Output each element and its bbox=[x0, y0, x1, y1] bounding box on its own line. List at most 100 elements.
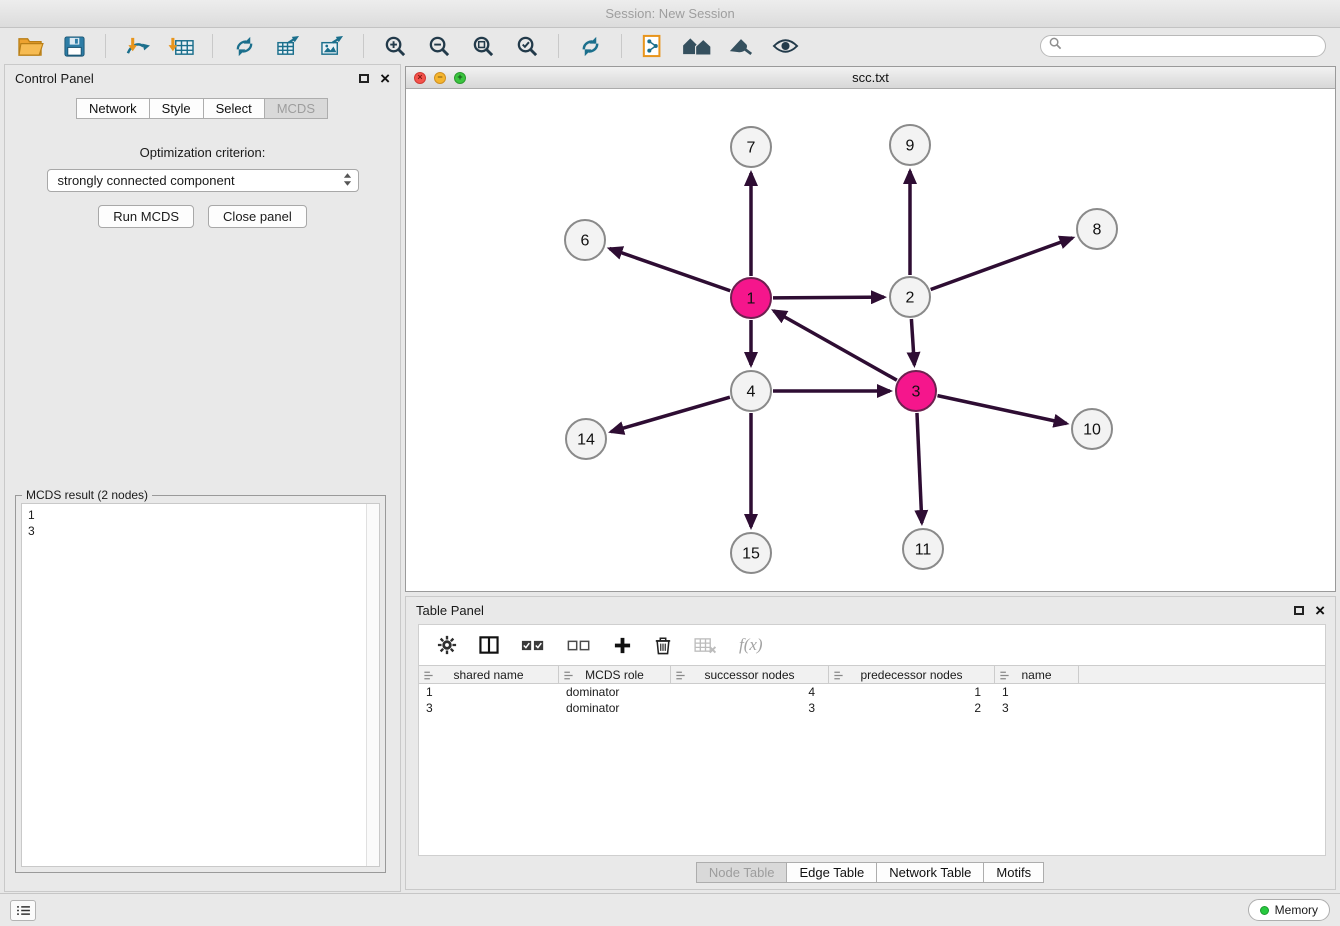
criterion-select[interactable]: strongly connected component bbox=[47, 169, 359, 192]
graph-node-label: 11 bbox=[915, 542, 932, 559]
home-icon[interactable] bbox=[679, 31, 715, 61]
network-document-icon[interactable] bbox=[635, 31, 671, 61]
control-panel: Control Panel × NetworkStyleSelectMCDS O… bbox=[4, 64, 401, 892]
table-cell: 1 bbox=[995, 685, 1079, 699]
column-header-name[interactable]: name bbox=[995, 666, 1079, 683]
settings-gear-icon[interactable] bbox=[437, 635, 457, 655]
mcds-result-box: MCDS result (2 nodes) 13 bbox=[15, 495, 386, 873]
open-session-icon[interactable] bbox=[12, 31, 48, 61]
memory-status-icon bbox=[1260, 906, 1269, 915]
graph-node-label: 6 bbox=[581, 233, 590, 250]
table-cell: 4 bbox=[671, 685, 829, 699]
table-row[interactable]: 3dominator323 bbox=[419, 700, 1325, 716]
table-cell: 1 bbox=[419, 685, 559, 699]
hide-details-icon[interactable] bbox=[723, 31, 759, 61]
graph-edge-3-10[interactable] bbox=[938, 396, 1067, 424]
window-zoom-icon[interactable]: + bbox=[454, 72, 466, 84]
table-row[interactable]: 1dominator411 bbox=[419, 684, 1325, 700]
network-window-titlebar[interactable]: scc.txt × − + bbox=[406, 67, 1335, 89]
table-tab-network-table[interactable]: Network Table bbox=[876, 862, 984, 883]
graph-edges bbox=[610, 171, 1073, 527]
table-panel-tabs: Node TableEdge TableNetwork TableMotifs bbox=[406, 862, 1335, 883]
select-stepper-icon bbox=[343, 172, 352, 190]
graph-edge-4-14[interactable] bbox=[611, 397, 730, 432]
graph-node-label: 8 bbox=[1093, 222, 1102, 239]
save-session-icon[interactable] bbox=[56, 31, 92, 61]
table-cell: 1 bbox=[829, 685, 995, 699]
close-panel-button[interactable]: Close panel bbox=[208, 205, 307, 228]
mcds-result-area[interactable]: 13 bbox=[21, 503, 380, 867]
graph-node-label: 15 bbox=[742, 546, 760, 563]
tab-network[interactable]: Network bbox=[76, 98, 150, 119]
refresh-view-icon[interactable] bbox=[572, 31, 608, 61]
toolbar-separator bbox=[105, 34, 106, 58]
column-header-shared-name[interactable]: shared name bbox=[419, 666, 559, 683]
zoom-selected-icon[interactable] bbox=[509, 31, 545, 61]
select-all-icon[interactable] bbox=[521, 638, 545, 653]
show-graphics-eye-icon[interactable] bbox=[767, 31, 803, 61]
table-cell: 3 bbox=[671, 701, 829, 715]
zoom-out-icon[interactable] bbox=[421, 31, 457, 61]
run-mcds-button[interactable]: Run MCDS bbox=[98, 205, 194, 228]
memory-button[interactable]: Memory bbox=[1248, 899, 1330, 921]
table-tab-motifs[interactable]: Motifs bbox=[983, 862, 1044, 883]
tab-select[interactable]: Select bbox=[203, 98, 265, 119]
task-history-button[interactable] bbox=[10, 900, 36, 921]
column-header-predecessor-nodes[interactable]: predecessor nodes bbox=[829, 666, 995, 683]
search-input[interactable] bbox=[1067, 39, 1317, 53]
node-table-header: shared nameMCDS rolesuccessor nodesprede… bbox=[419, 665, 1325, 684]
graph-edge-1-2[interactable] bbox=[773, 297, 884, 298]
node-table-area: f(x) shared nameMCDS rolesuccessor nodes… bbox=[418, 624, 1326, 856]
float-panel-icon[interactable] bbox=[359, 74, 369, 83]
export-table-icon[interactable] bbox=[270, 31, 306, 61]
zoom-in-icon[interactable] bbox=[377, 31, 413, 61]
tab-mcds[interactable]: MCDS bbox=[264, 98, 328, 119]
float-table-panel-icon[interactable] bbox=[1294, 606, 1304, 615]
window-title: Session: New Session bbox=[605, 6, 734, 21]
close-table-panel-icon[interactable]: × bbox=[1315, 602, 1325, 619]
deselect-all-icon[interactable] bbox=[567, 638, 591, 653]
graph-node-label: 3 bbox=[912, 384, 921, 401]
status-bar: Memory bbox=[0, 893, 1340, 926]
window-close-icon[interactable]: × bbox=[414, 72, 426, 84]
tab-style[interactable]: Style bbox=[149, 98, 204, 119]
column-header-successor-nodes[interactable]: successor nodes bbox=[671, 666, 829, 683]
function-builder-icon[interactable]: f(x) bbox=[739, 635, 763, 655]
toolbar-search[interactable] bbox=[1040, 35, 1326, 57]
toggle-columns-icon[interactable] bbox=[479, 636, 499, 654]
toolbar-separator bbox=[558, 34, 559, 58]
import-table-icon[interactable] bbox=[163, 31, 199, 61]
memory-label: Memory bbox=[1275, 903, 1318, 917]
import-network-icon[interactable] bbox=[119, 31, 155, 61]
table-cell: dominator bbox=[559, 685, 671, 699]
result-scrollbar[interactable] bbox=[366, 504, 379, 866]
graph-edge-3-1[interactable] bbox=[774, 311, 897, 380]
graph-node-label: 10 bbox=[1083, 422, 1101, 439]
clone-network-icon[interactable] bbox=[226, 31, 262, 61]
node-table-body: 1dominator4113dominator323 bbox=[419, 684, 1325, 716]
search-icon bbox=[1049, 37, 1062, 55]
graph-edge-3-11[interactable] bbox=[917, 413, 922, 523]
zoom-fit-icon[interactable] bbox=[465, 31, 501, 61]
network-canvas[interactable]: 7968124314101511 bbox=[406, 89, 1335, 591]
graph-node-label: 9 bbox=[906, 138, 915, 155]
table-tab-node-table[interactable]: Node Table bbox=[696, 862, 788, 883]
delete-row-icon[interactable] bbox=[654, 635, 672, 655]
window-titlebar[interactable]: Session: New Session bbox=[0, 0, 1340, 28]
add-row-icon[interactable] bbox=[613, 636, 632, 655]
control-panel-header: Control Panel × bbox=[5, 65, 400, 91]
graph-edge-1-6[interactable] bbox=[610, 249, 731, 291]
graph-edge-2-3[interactable] bbox=[911, 319, 914, 365]
graph-edge-2-8[interactable] bbox=[931, 238, 1073, 290]
table-cell: 2 bbox=[829, 701, 995, 715]
control-panel-title: Control Panel bbox=[15, 71, 94, 86]
table-tab-edge-table[interactable]: Edge Table bbox=[786, 862, 877, 883]
window-minimize-icon[interactable]: − bbox=[434, 72, 446, 84]
close-panel-icon[interactable]: × bbox=[380, 70, 390, 87]
column-header-MCDS-role[interactable]: MCDS role bbox=[559, 666, 671, 683]
table-cell: dominator bbox=[559, 701, 671, 715]
export-image-icon[interactable] bbox=[314, 31, 350, 61]
toolbar-separator bbox=[212, 34, 213, 58]
criterion-select-value: strongly connected component bbox=[58, 173, 343, 188]
network-view-window: scc.txt × − + 7968124314101511 bbox=[405, 66, 1336, 592]
